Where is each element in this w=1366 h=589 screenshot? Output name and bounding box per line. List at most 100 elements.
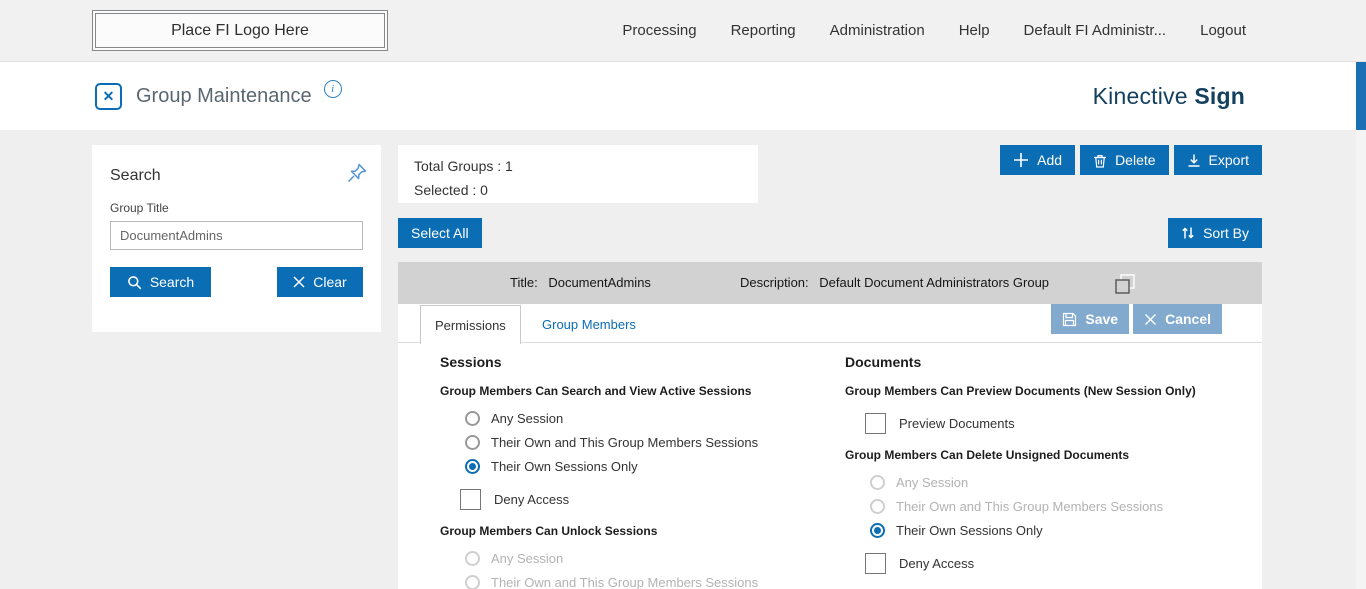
search-button-label: Search bbox=[150, 274, 194, 290]
perm-unlock-label: Group Members Can Unlock Sessions bbox=[440, 524, 830, 538]
nav-help[interactable]: Help bbox=[959, 22, 990, 39]
group-title-input[interactable] bbox=[110, 221, 363, 250]
group-title-label: Group Title bbox=[110, 201, 381, 215]
clear-button[interactable]: Clear bbox=[277, 267, 363, 297]
add-button[interactable]: Add bbox=[1000, 145, 1075, 175]
top-bar: Place FI Logo Here Processing Reporting … bbox=[0, 0, 1366, 62]
checkbox-icon[interactable] bbox=[460, 489, 481, 510]
preview-documents-checkbox-row[interactable]: Preview Documents bbox=[865, 413, 1245, 434]
checkbox-label: Deny Access bbox=[494, 492, 569, 507]
radio-selected-icon[interactable] bbox=[870, 523, 885, 538]
tab-group-members[interactable]: Group Members bbox=[528, 305, 650, 343]
radio-selected-icon[interactable] bbox=[465, 459, 480, 474]
group-description-value: Default Document Administrators Group bbox=[819, 275, 1049, 290]
radio-disabled-icon bbox=[870, 499, 885, 514]
brand-first: Kinective bbox=[1093, 83, 1188, 109]
save-button[interactable]: Save bbox=[1051, 304, 1129, 334]
radio-option-own-only-selected[interactable]: Their Own Sessions Only bbox=[465, 459, 830, 474]
fi-logo-placeholder: Place FI Logo Here bbox=[92, 10, 388, 51]
radio-disabled-icon bbox=[465, 551, 480, 566]
title-bar: ✕ Group Maintenance i Kinective Sign bbox=[0, 62, 1366, 130]
select-all-button[interactable]: Select All bbox=[398, 218, 482, 248]
download-icon bbox=[1187, 153, 1201, 168]
radio-label: Their Own and This Group Members Session… bbox=[896, 499, 1163, 514]
radio-option-own-only-selected[interactable]: Their Own Sessions Only bbox=[870, 523, 1245, 538]
export-button-label: Export bbox=[1209, 152, 1249, 168]
select-all-label: Select All bbox=[411, 225, 469, 241]
export-button[interactable]: Export bbox=[1174, 145, 1262, 175]
documents-heading: Documents bbox=[845, 354, 1245, 370]
vertical-scrollbar-track[interactable] bbox=[1356, 62, 1366, 589]
cancel-button[interactable]: Cancel bbox=[1133, 304, 1222, 334]
nav-reporting[interactable]: Reporting bbox=[731, 22, 796, 39]
radio-label: Any Session bbox=[896, 475, 968, 490]
nav-administration[interactable]: Administration bbox=[830, 22, 925, 39]
sort-by-button[interactable]: Sort By bbox=[1168, 218, 1262, 248]
info-icon[interactable]: i bbox=[324, 80, 342, 98]
top-navigation: Processing Reporting Administration Help… bbox=[622, 22, 1246, 39]
checkbox-label: Preview Documents bbox=[899, 416, 1015, 431]
main-content: Search Group Title Search bbox=[0, 130, 1366, 589]
group-title-field-label: Title: bbox=[510, 275, 538, 290]
perm-search-view-label: Group Members Can Search and View Active… bbox=[440, 384, 830, 398]
checkbox-icon[interactable] bbox=[865, 553, 886, 574]
close-icon bbox=[1144, 313, 1157, 326]
pin-icon[interactable] bbox=[345, 161, 369, 185]
radio-option-any-session[interactable]: Any Session bbox=[465, 411, 830, 426]
deny-access-checkbox-row[interactable]: Deny Access bbox=[460, 489, 830, 510]
tab-group-members-label: Group Members bbox=[542, 317, 636, 332]
save-button-label: Save bbox=[1085, 311, 1118, 327]
close-icon bbox=[293, 276, 305, 288]
brand-second: Sign bbox=[1194, 83, 1245, 109]
group-description-field-label: Description: bbox=[740, 275, 809, 290]
selected-count: Selected : 0 bbox=[414, 178, 742, 202]
search-panel-title: Search bbox=[110, 161, 161, 185]
vertical-scrollbar-thumb[interactable] bbox=[1356, 62, 1366, 130]
group-maintenance-icon: ✕ bbox=[95, 83, 122, 110]
nav-processing[interactable]: Processing bbox=[622, 22, 696, 39]
delete-button-label: Delete bbox=[1115, 152, 1155, 168]
radio-option-any-session-disabled: Any Session bbox=[465, 551, 830, 566]
form-actions: Save Cancel bbox=[1051, 304, 1222, 334]
radio-disabled-icon bbox=[870, 475, 885, 490]
perm-preview-label: Group Members Can Preview Documents (New… bbox=[845, 384, 1245, 398]
nav-logout[interactable]: Logout bbox=[1200, 22, 1246, 39]
radio-label: Any Session bbox=[491, 411, 563, 426]
add-button-label: Add bbox=[1037, 152, 1062, 168]
group-row-header[interactable]: Title: DocumentAdmins Description: Defau… bbox=[398, 262, 1262, 304]
radio-label: Any Session bbox=[491, 551, 563, 566]
deny-access-checkbox-row[interactable]: Deny Access bbox=[865, 553, 1245, 574]
radio-option-own-and-group-disabled: Their Own and This Group Members Session… bbox=[465, 575, 830, 589]
cancel-button-label: Cancel bbox=[1165, 311, 1211, 327]
radio-icon[interactable] bbox=[465, 411, 480, 426]
sort-by-label: Sort By bbox=[1203, 225, 1249, 241]
radio-label: Their Own and This Group Members Session… bbox=[491, 435, 758, 450]
radio-label: Their Own and This Group Members Session… bbox=[491, 575, 758, 589]
checkbox-icon[interactable] bbox=[865, 413, 886, 434]
tab-permissions[interactable]: Permissions bbox=[420, 305, 521, 344]
clear-button-label: Clear bbox=[313, 274, 346, 290]
documents-column: Documents Group Members Can Preview Docu… bbox=[845, 354, 1245, 589]
radio-icon[interactable] bbox=[465, 435, 480, 450]
search-button[interactable]: Search bbox=[110, 267, 211, 297]
delete-button[interactable]: Delete bbox=[1080, 145, 1168, 175]
radio-option-own-and-group[interactable]: Their Own and This Group Members Session… bbox=[465, 435, 830, 450]
radio-option-own-and-group-disabled: Their Own and This Group Members Session… bbox=[870, 499, 1245, 514]
trash-icon bbox=[1093, 153, 1107, 168]
checkbox-label: Deny Access bbox=[899, 556, 974, 571]
kinective-sign-logo: Kinective Sign bbox=[1093, 83, 1245, 110]
group-detail-panel: Permissions Group Members Save bbox=[398, 304, 1262, 589]
fi-logo-text: Place FI Logo Here bbox=[171, 22, 309, 40]
group-actions-toolbar: Add Delete Export bbox=[1000, 145, 1262, 175]
search-icon bbox=[127, 275, 142, 290]
nav-current-user[interactable]: Default FI Administr... bbox=[1024, 22, 1167, 39]
page-title: Group Maintenance bbox=[136, 85, 312, 108]
sort-icon bbox=[1181, 226, 1195, 240]
radio-label: Their Own Sessions Only bbox=[491, 459, 638, 474]
tabs-row: Permissions Group Members Save bbox=[398, 304, 1262, 343]
copy-icon[interactable] bbox=[1112, 271, 1138, 297]
radio-label: Their Own Sessions Only bbox=[896, 523, 1043, 538]
plus-icon bbox=[1013, 152, 1029, 168]
group-row-title: Title: DocumentAdmins bbox=[510, 275, 651, 290]
save-icon bbox=[1062, 312, 1077, 327]
